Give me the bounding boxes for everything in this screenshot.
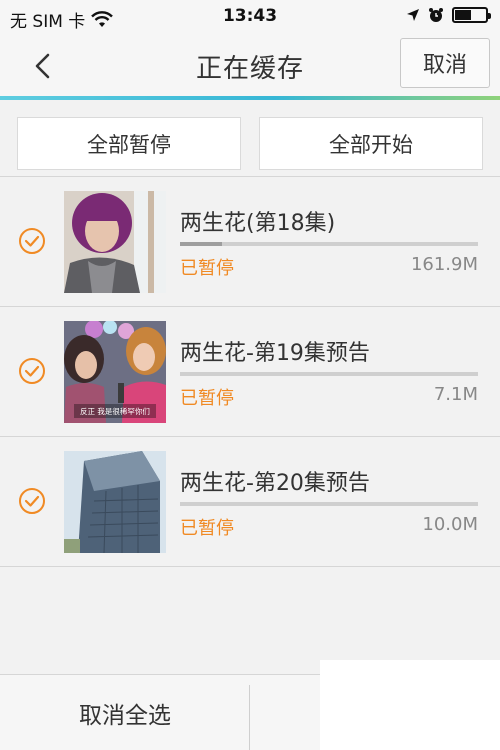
list-item[interactable]: 反正 我是很稀罕你们 两生花-第19集预告 已暂停 7.1M — [0, 307, 500, 437]
progress-track — [180, 502, 478, 506]
list-item[interactable]: 两生花-第20集预告 已暂停 10.0M — [0, 437, 500, 567]
pause-all-button[interactable]: 全部暂停 — [17, 117, 241, 170]
file-size: 7.1M — [433, 384, 478, 405]
video-thumbnail[interactable] — [64, 191, 166, 293]
check-circle-icon[interactable] — [18, 227, 46, 255]
progress-track — [180, 372, 478, 376]
start-all-button[interactable]: 全部开始 — [259, 117, 483, 170]
status-label: 已暂停 — [180, 518, 234, 539]
video-thumbnail[interactable] — [64, 451, 166, 553]
download-list: 两生花(第18集) 已暂停 161.9M 反正 我是很稀罕你们 两生花-第19集… — [0, 176, 500, 567]
item-title: 两生花(第18集) — [180, 211, 336, 236]
item-title: 两生花-第20集预告 — [180, 471, 370, 496]
item-title: 两生花-第19集预告 — [180, 341, 370, 366]
status-right — [406, 7, 491, 23]
progress-fill — [180, 242, 222, 246]
location-arrow-icon — [407, 9, 419, 21]
deselect-all-button[interactable]: 取消全选 — [0, 675, 250, 750]
alarm-icon — [429, 8, 443, 22]
nav-accent-line — [0, 96, 500, 100]
video-thumbnail[interactable]: 反正 我是很稀罕你们 — [64, 321, 166, 423]
bottom-right-blank — [320, 660, 500, 750]
progress-track — [180, 242, 478, 246]
bottom-divider — [249, 685, 250, 750]
cancel-button[interactable]: 取消 — [400, 38, 490, 88]
status-label: 已暂停 — [180, 258, 234, 279]
file-size: 161.9M — [410, 254, 478, 275]
status-label: 已暂停 — [180, 388, 234, 409]
nav-bar: 正在缓存 取消 — [0, 34, 500, 96]
check-circle-icon[interactable] — [18, 357, 46, 385]
action-row: 全部暂停 全部开始 — [17, 117, 483, 170]
status-bar: 无 SIM 卡 13:43 — [0, 0, 500, 34]
battery-icon — [452, 7, 491, 23]
list-item[interactable]: 两生花(第18集) 已暂停 161.9M — [0, 177, 500, 307]
thumb-caption: 反正 我是很稀罕你们 — [80, 406, 150, 416]
file-size: 10.0M — [422, 514, 478, 535]
check-circle-icon[interactable] — [18, 487, 46, 515]
